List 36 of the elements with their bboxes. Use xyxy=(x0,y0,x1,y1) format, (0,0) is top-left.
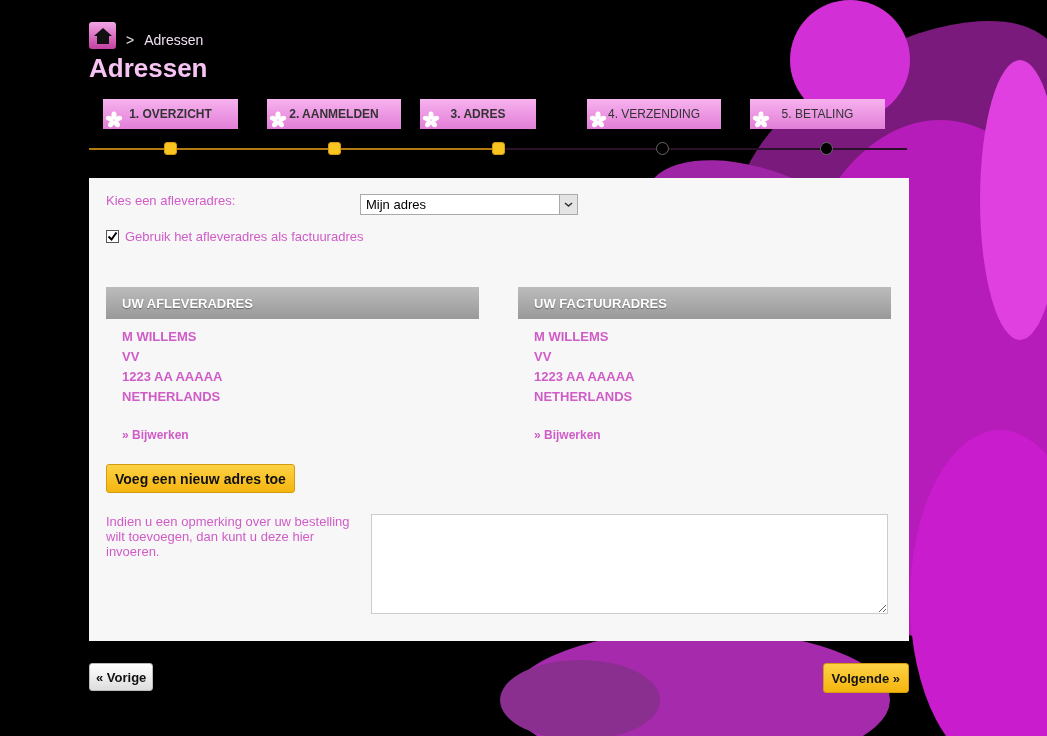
flower-icon xyxy=(752,111,770,129)
flower-icon xyxy=(589,111,607,129)
step-tab[interactable]: 3. ADRES xyxy=(420,99,536,129)
caret-icon xyxy=(559,195,577,214)
step-tab[interactable]: 5. BETALING xyxy=(750,99,885,129)
address-line: 1223 AA AAAAA xyxy=(121,368,224,386)
edit-link[interactable]: » Bijwerken xyxy=(534,428,891,442)
remark-label: Indien u een opmerking over uw bestelling wilt toevoegen, dan kunt u deze hier invoeren. xyxy=(106,514,351,561)
address-line: NETHERLANDS xyxy=(533,388,634,406)
edit-link[interactable]: » Bijwerken xyxy=(122,428,479,442)
address-line: M WILLEMS xyxy=(533,328,610,346)
address-line: 1223 AA AAAAA xyxy=(533,368,636,386)
flower-icon xyxy=(422,111,440,129)
page-title: Adressen xyxy=(89,53,209,85)
flower-icon xyxy=(105,111,123,129)
step-tab[interactable]: 1. OVERZICHT xyxy=(103,99,238,129)
step-tab[interactable]: 2. AANMELDEN xyxy=(267,99,401,129)
select-label: Kies een afleveradres: xyxy=(106,193,237,208)
previous-button[interactable]: « Vorige xyxy=(89,663,154,691)
breadcrumb-current: Adressen xyxy=(144,31,204,48)
step-tab[interactable]: 4. VERZENDING xyxy=(587,99,721,129)
flower-icon xyxy=(269,111,287,129)
address-line: VV xyxy=(121,348,141,366)
address-line: M WILLEMS xyxy=(121,328,198,346)
address-line: NETHERLANDS xyxy=(121,388,222,406)
checkbox[interactable] xyxy=(106,230,119,243)
add-address-button[interactable]: Voeg een nieuw adres toe xyxy=(106,464,295,493)
address-line: VV xyxy=(533,348,553,366)
remark-field[interactable] xyxy=(371,514,888,614)
address-heading: UW AFLEVERADRES xyxy=(106,287,479,319)
address-heading: UW FACTUURADRES xyxy=(518,287,891,319)
checkbox-label: Gebruik het afleveradres als factuuradres xyxy=(125,229,364,244)
address-select[interactable]: Mijn adres xyxy=(360,194,578,215)
breadcrumb-separator: > xyxy=(126,31,135,48)
home-icon[interactable] xyxy=(89,22,116,49)
next-button[interactable]: Volgende » xyxy=(822,663,909,693)
